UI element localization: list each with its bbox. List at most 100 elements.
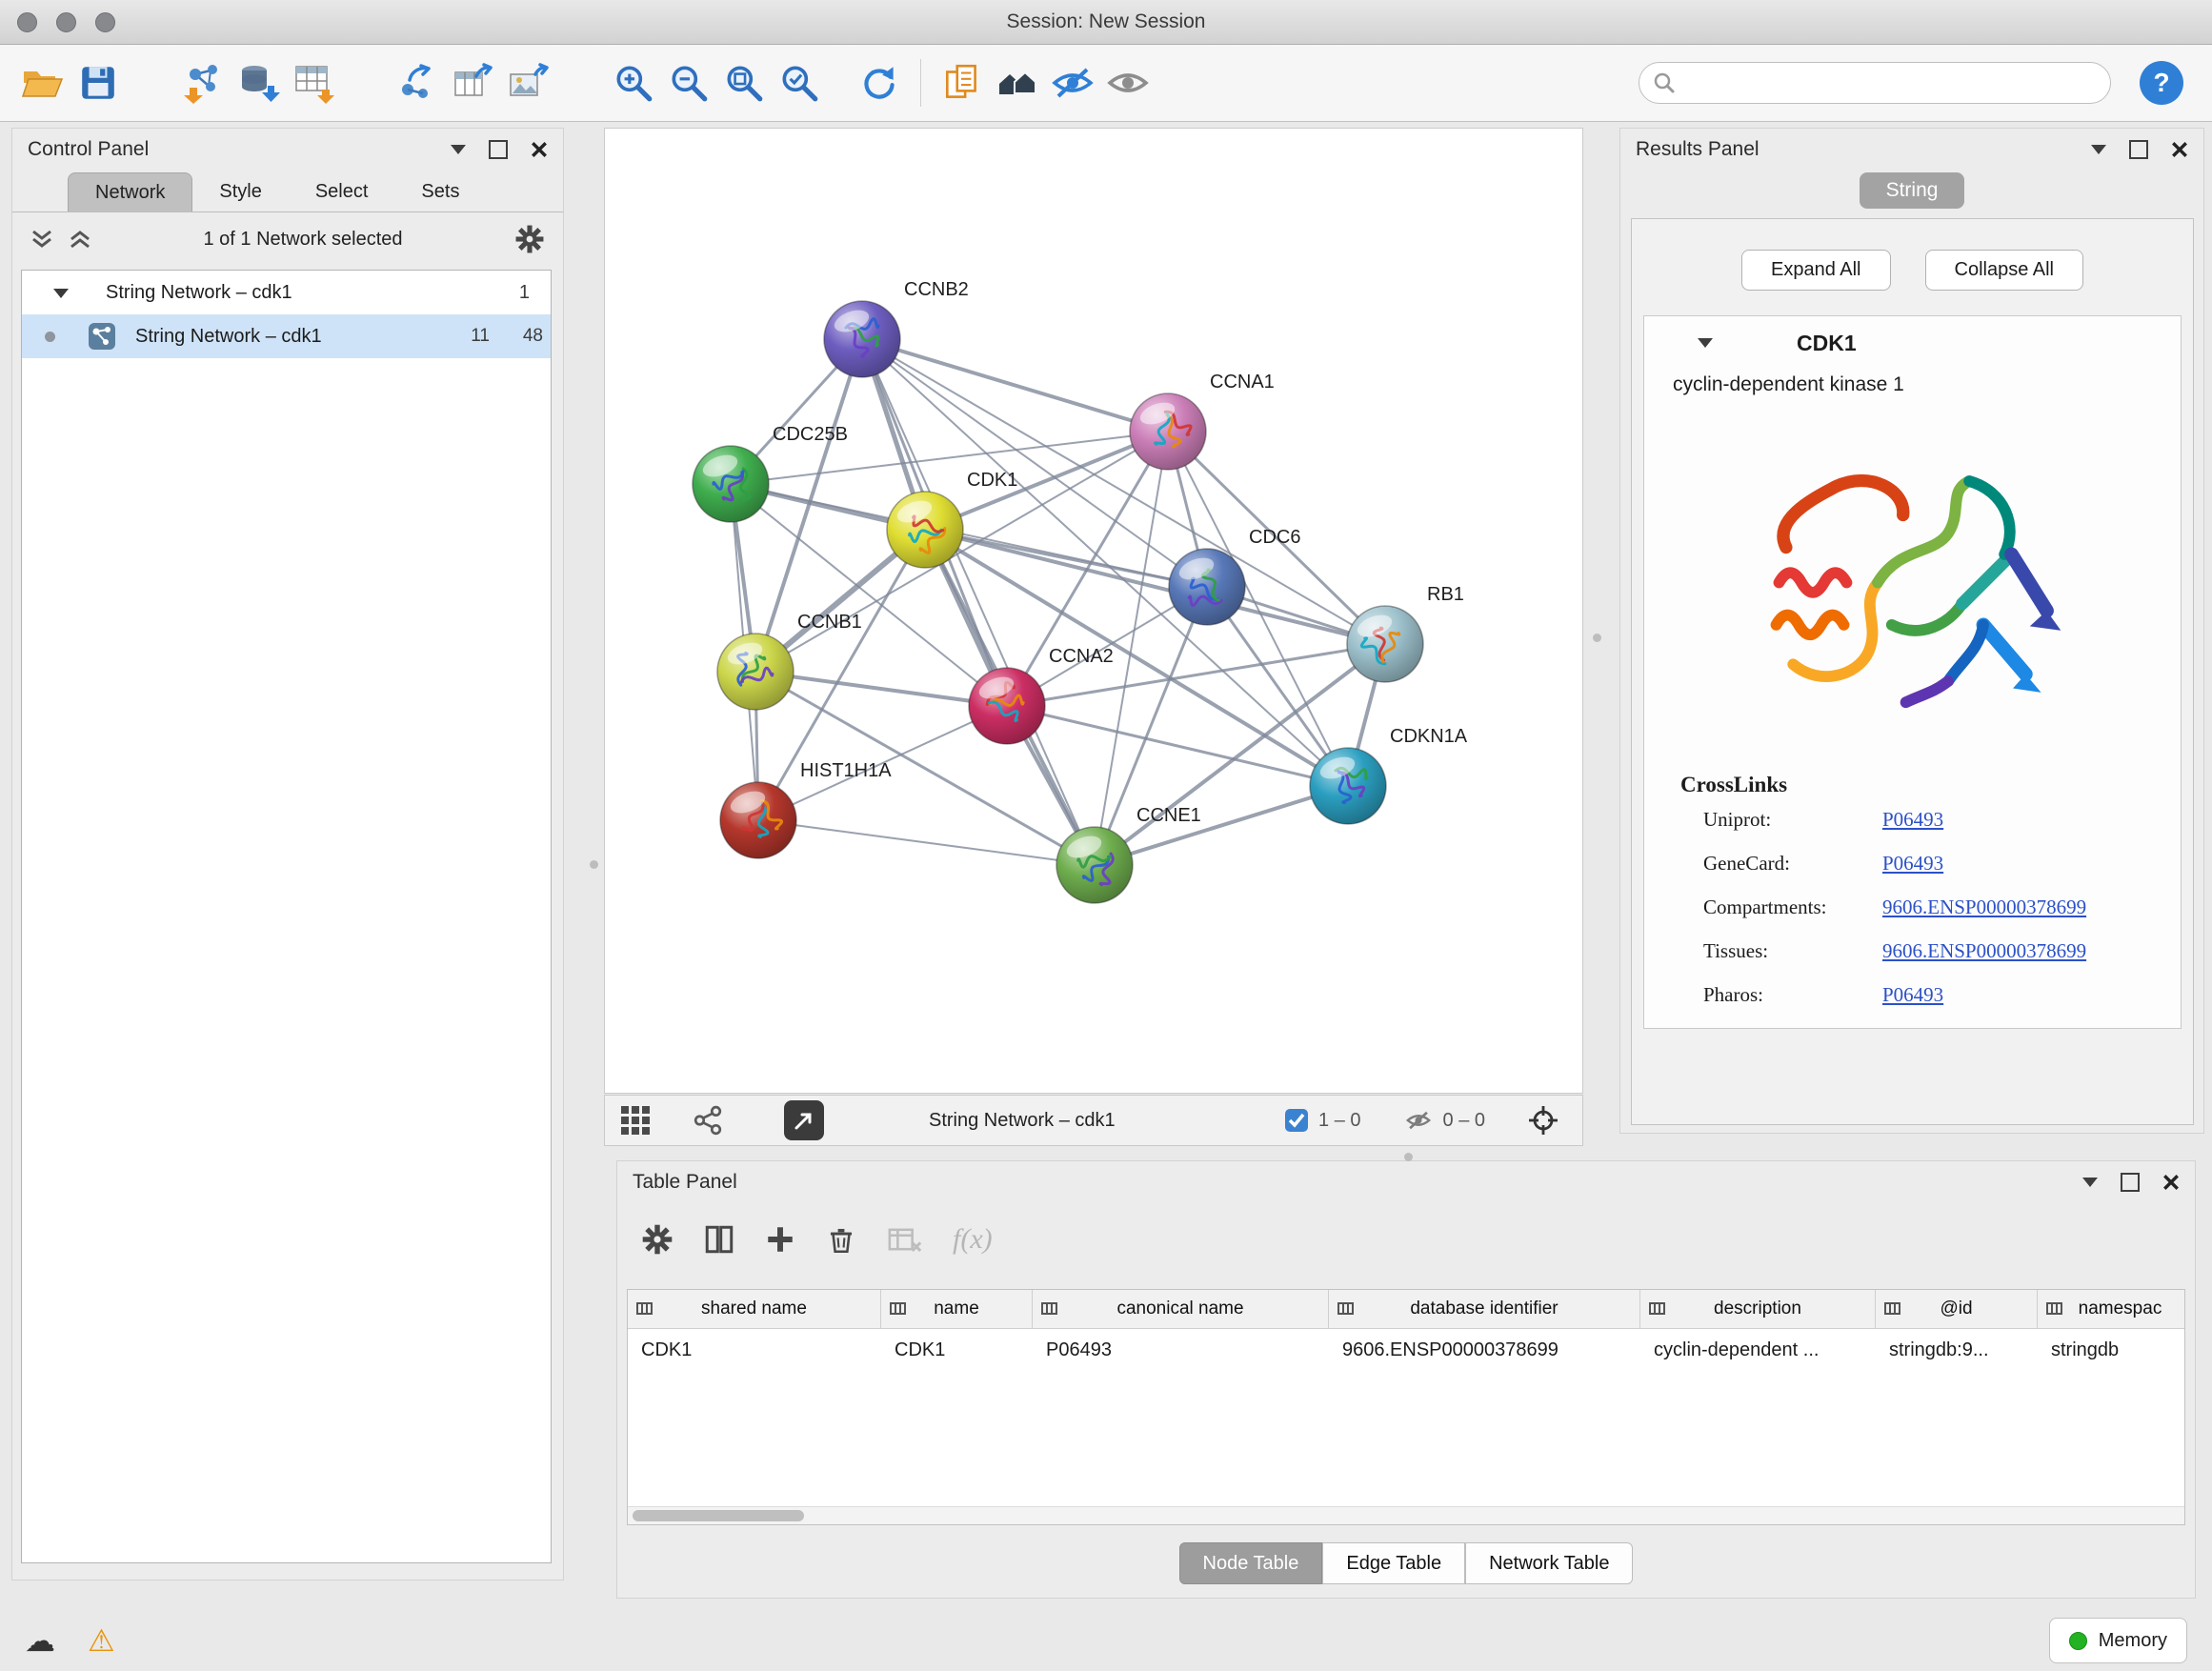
network-node-ccne1[interactable] [1056,827,1133,903]
expand-all-button[interactable]: Expand All [1741,250,1891,291]
tab-edge-table[interactable]: Edge Table [1322,1542,1465,1584]
tab-network-table[interactable]: Network Table [1465,1542,1633,1584]
zoom-fit-button[interactable] [716,53,772,112]
tab-string-results[interactable]: String [1860,172,1965,209]
export-table-button[interactable] [446,53,501,112]
crosslink-uniprot-link[interactable]: P06493 [1882,808,1943,832]
cell-namespace[interactable]: stringdb [2038,1329,2185,1371]
clone-network-button[interactable] [935,53,990,112]
horizontal-splitter[interactable] [1404,1153,1413,1161]
cell-description[interactable]: cyclin-dependent ... [1640,1329,1876,1371]
column-header-description[interactable]: description [1640,1290,1876,1328]
cell-name[interactable]: CDK1 [881,1329,1033,1371]
vertical-splitter-right[interactable] [1593,634,1601,642]
hide-selected-button[interactable] [1045,53,1100,112]
cell-canonical-name[interactable]: P06493 [1033,1329,1329,1371]
panel-close-icon[interactable] [2162,1174,2180,1191]
panel-float-icon[interactable] [489,140,508,159]
crosslink-pharos-link[interactable]: P06493 [1882,983,1943,1007]
show-all-button[interactable] [1100,53,1156,112]
column-header-shared-name[interactable]: shared name [628,1290,881,1328]
gear-icon[interactable] [513,223,546,255]
memory-button[interactable]: Memory [2049,1618,2187,1663]
scrollbar-thumb[interactable] [633,1510,804,1521]
collapse-all-icon[interactable] [30,228,54,251]
warning-icon[interactable]: ⚠ [88,1622,115,1659]
network-node-hist1h1a[interactable] [720,782,796,858]
panel-close-icon[interactable] [531,141,548,158]
fit-selected-crosshair-icon[interactable] [1527,1104,1559,1137]
tab-select[interactable]: Select [289,172,395,211]
entry-collapse-icon[interactable] [1698,338,1713,348]
tab-node-table[interactable]: Node Table [1179,1542,1323,1584]
panel-float-icon[interactable] [2129,140,2148,159]
delete-column-trash-icon[interactable] [825,1223,857,1256]
panel-float-icon[interactable] [2121,1173,2140,1192]
network-collection-row[interactable]: String Network – cdk1 1 [22,271,551,314]
open-in-browser-button[interactable] [784,1100,824,1140]
network-node-cdk1[interactable] [887,492,963,568]
minimize-window-button[interactable] [56,12,76,32]
tab-network[interactable]: Network [68,172,192,211]
cell-id[interactable]: stringdb:9... [1876,1329,2038,1371]
cell-shared-name[interactable]: CDK1 [628,1329,881,1371]
panel-menu-icon[interactable] [2082,1178,2098,1187]
import-network-file-button[interactable] [175,53,231,112]
graphics-details-button[interactable] [990,53,1045,112]
import-network-database-button[interactable] [231,53,286,112]
network-edge-CCNA2-CDKN1A[interactable] [1007,706,1348,786]
search-field[interactable] [1639,62,2111,104]
birds-eye-grid-icon[interactable] [618,1103,653,1137]
zoom-selected-button[interactable] [772,53,827,112]
search-input[interactable] [1685,71,2097,95]
expand-all-icon[interactable] [68,228,92,251]
zoom-in-button[interactable] [606,53,661,112]
import-table-button[interactable] [286,53,341,112]
crosslink-genecard-link[interactable]: P06493 [1882,852,1943,876]
zoom-window-button[interactable] [95,12,115,32]
network-edge-CCNB2-RB1[interactable] [862,339,1385,644]
tab-sets[interactable]: Sets [394,172,486,211]
network-edge-HIST1H1A-CCNE1[interactable] [758,820,1095,865]
network-edge-CCNB2-CCNE1[interactable] [862,339,1095,865]
network-node-rb1[interactable] [1347,606,1423,682]
zoom-out-button[interactable] [661,53,716,112]
network-node-ccna2[interactable] [969,668,1045,744]
network-edge-CDKN1A-CCNE1[interactable] [1095,786,1348,865]
show-columns-icon[interactable] [703,1223,735,1256]
column-header-namespace[interactable]: namespac [2038,1290,2185,1328]
open-session-button[interactable] [15,53,70,112]
tree-expander-icon[interactable] [52,287,70,299]
share-network-icon[interactable] [693,1105,723,1136]
network-edge-CCNB2-CCNA1[interactable] [862,339,1168,432]
network-node-cdkn1a[interactable] [1310,748,1386,824]
table-settings-gear-icon[interactable] [640,1222,674,1257]
export-image-button[interactable] [501,53,556,112]
column-header-id[interactable]: @id [1876,1290,2038,1328]
network-node-cdc6[interactable] [1169,549,1245,625]
crosslink-compartments-link[interactable]: 9606.ENSP00000378699 [1882,896,2086,919]
hidden-eye-slash-icon[interactable] [1403,1108,1434,1133]
vertical-splitter-left[interactable] [590,860,598,869]
network-node-ccna1[interactable] [1130,393,1206,470]
column-header-name[interactable]: name [881,1290,1033,1328]
close-window-button[interactable] [17,12,37,32]
cloud-icon[interactable]: ☁ [25,1622,55,1659]
cell-database-identifier[interactable]: 9606.ENSP00000378699 [1329,1329,1640,1371]
save-session-button[interactable] [70,53,126,112]
network-node-cdc25b[interactable] [693,446,769,522]
table-horizontal-scrollbar[interactable] [628,1506,2184,1524]
help-button[interactable]: ? [2140,61,2183,105]
crosslink-tissues-link[interactable]: 9606.ENSP00000378699 [1882,939,2086,963]
network-graph[interactable]: CCNB2CCNA1CDC25BCDK1CDC6RB1CCNB1CCNA2CDK… [605,129,1582,1093]
tab-style[interactable]: Style [192,172,288,211]
create-column-plus-icon[interactable] [764,1223,796,1256]
network-view-canvas[interactable]: CCNB2CCNA1CDC25BCDK1CDC6RB1CCNB1CCNA2CDK… [604,128,1583,1094]
panel-menu-icon[interactable] [2091,145,2106,154]
refresh-view-button[interactable] [852,53,907,112]
selected-checkbox-icon[interactable] [1284,1108,1309,1133]
network-row[interactable]: String Network – cdk1 11 48 [22,314,551,358]
column-header-database-identifier[interactable]: database identifier [1329,1290,1640,1328]
network-node-ccnb2[interactable] [824,301,900,377]
collapse-all-button[interactable]: Collapse All [1925,250,2084,291]
